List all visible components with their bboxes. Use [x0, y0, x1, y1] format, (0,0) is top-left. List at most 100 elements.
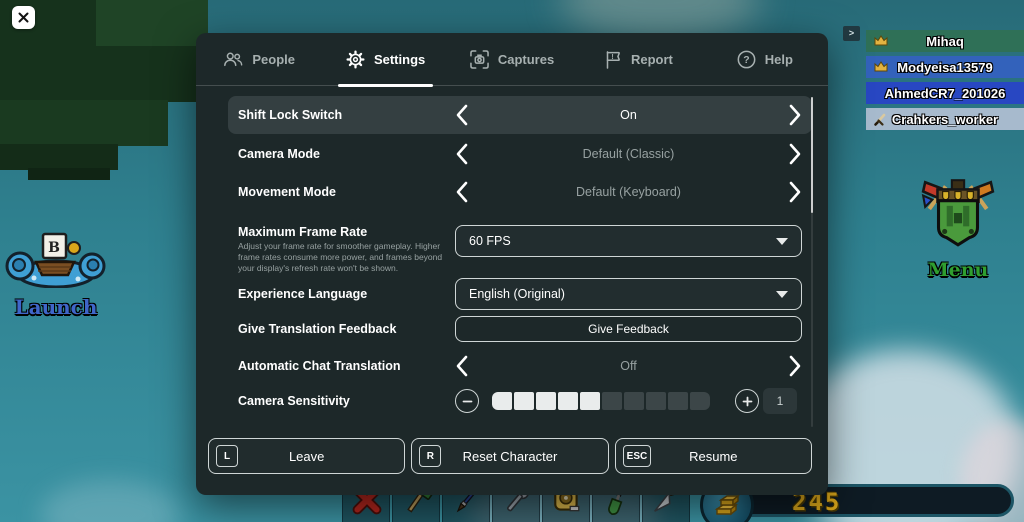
setting-value: Default (Classic) [582, 147, 675, 161]
ship-wave-icon: B [5, 232, 106, 289]
settings-list: Shift Lock Switch On Camera Mode Default… [228, 96, 812, 426]
setting-row-camera-sensitivity: Camera Sensitivity 1 [228, 385, 812, 417]
frame-rate-dropdown[interactable]: 60 FPS [455, 225, 802, 257]
slider-segment [536, 392, 556, 410]
resume-label: Resume [689, 448, 738, 464]
setting-label: Movement Mode [238, 185, 336, 199]
tab-label: Captures [497, 51, 555, 67]
setting-label: Camera Sensitivity [238, 394, 350, 408]
tab-label: Help [764, 51, 793, 67]
game-menu-button[interactable]: Menu [903, 172, 1013, 281]
stepper-control: On [455, 96, 802, 134]
stepper-control: Off [455, 348, 802, 383]
leaderboard-toggle-button[interactable]: > [843, 26, 860, 41]
crown-icon [874, 35, 888, 46]
slider-segment [624, 392, 644, 410]
close-button[interactable] [12, 6, 35, 29]
leave-button[interactable]: L Leave [208, 438, 406, 474]
player-name: AhmedCR7_201026 [884, 85, 1006, 101]
slider-segment [514, 392, 534, 410]
tree-foliage [0, 144, 118, 170]
dropdown-value: 60 FPS [469, 234, 511, 248]
sensitivity-value-box[interactable]: 1 [763, 388, 797, 414]
key-badge-ESC: ESC [622, 445, 652, 467]
setting-row-auto-chat-translation[interactable]: Automatic Chat Translation Off [228, 348, 812, 383]
tab-captures[interactable]: Captures [449, 33, 575, 85]
reset-character-button[interactable]: R Reset Character [411, 438, 609, 474]
chevron-right-icon[interactable] [788, 143, 802, 165]
plus-icon [742, 396, 752, 406]
help-icon: ? [737, 50, 756, 68]
tab-report[interactable]: ! Report [575, 33, 701, 85]
tab-people[interactable]: People [196, 33, 322, 85]
sword-icon [874, 113, 886, 126]
setting-row-max-frame-rate: Maximum Frame Rate Adjust your frame rat… [228, 215, 812, 274]
chevron-right-icon[interactable] [788, 181, 802, 203]
help-question-mark: ? [743, 55, 749, 66]
chevron-left-icon[interactable] [455, 181, 469, 203]
leaderboard-row[interactable]: AhmedCR7_201026 [866, 82, 1024, 104]
setting-value: Off [620, 358, 637, 373]
increase-sensitivity-button[interactable] [735, 389, 759, 413]
setting-label: Automatic Chat Translation [238, 358, 401, 373]
slider-segment [492, 392, 512, 410]
tab-label: Report [630, 51, 673, 67]
people-icon [224, 52, 243, 67]
dropdown-value: English (Original) [469, 287, 565, 301]
launch-label: Launch [14, 295, 98, 319]
menu-tabs: People Settings Captures ! Report ? Help [196, 33, 828, 87]
minus-icon [462, 400, 472, 402]
setting-value: On [620, 108, 637, 122]
stepper-control: Default (Keyboard) [455, 173, 802, 211]
setting-row-movement-mode[interactable]: Movement Mode Default (Keyboard) [228, 173, 812, 211]
dropdown-arrow-icon [776, 290, 788, 298]
setting-label: Camera Mode [238, 147, 320, 161]
setting-row-translation-feedback: Give Translation Feedback Give Feedback [228, 315, 812, 343]
player-name: Modyeisa13579 [897, 59, 993, 75]
reset-character-label: Reset Character [462, 448, 558, 464]
leaderboard-row[interactable]: Mihaq [866, 30, 1024, 52]
give-feedback-button[interactable]: Give Feedback [455, 316, 802, 342]
leaderboard: Mihaq Modyeisa13579 AhmedCR7_201026 Crah… [866, 30, 1024, 134]
menu-label: Menu [927, 259, 989, 281]
slider-segment [690, 392, 710, 410]
setting-label: Maximum Frame Rate [238, 225, 368, 239]
sensitivity-slider[interactable] [492, 392, 710, 410]
tree-foliage [96, 0, 208, 46]
leave-label: Leave [288, 448, 325, 464]
setting-value: Default (Keyboard) [576, 185, 681, 199]
chevron-left-icon[interactable] [455, 355, 469, 377]
footer-buttons: L Leave R Reset Character ESC Resume [208, 438, 812, 474]
language-dropdown[interactable]: English (Original) [455, 278, 802, 310]
setting-description: Adjust your frame rate for smoother game… [238, 241, 443, 274]
chevron-right-icon[interactable] [788, 355, 802, 377]
setting-row-camera-mode[interactable]: Camera Mode Default (Classic) [228, 135, 812, 173]
captures-icon [470, 49, 489, 69]
slider-segment [668, 392, 688, 410]
dropdown-arrow-icon [776, 237, 788, 245]
report-exclamation: ! [611, 52, 613, 60]
tab-settings[interactable]: Settings [322, 33, 448, 87]
chevron-left-icon[interactable] [455, 143, 469, 165]
resume-button[interactable]: ESC Resume [614, 438, 812, 474]
decrease-sensitivity-button[interactable] [455, 389, 479, 413]
player-name: Crahkers_worker [891, 111, 999, 127]
scrollbar-thumb[interactable] [811, 97, 813, 213]
slider-segment [580, 392, 600, 410]
tree-foliage [28, 168, 110, 180]
stepper-control: Default (Classic) [455, 135, 802, 173]
chevron-right-icon[interactable] [788, 104, 802, 126]
chevron-left-icon[interactable] [455, 104, 469, 126]
key-badge-L: L [216, 445, 238, 467]
setting-label: Shift Lock Switch [238, 108, 343, 122]
setting-row-shift-lock[interactable]: Shift Lock Switch On [228, 96, 812, 134]
leaderboard-row[interactable]: Modyeisa13579 [866, 56, 1024, 78]
tab-help[interactable]: ? Help [702, 33, 828, 85]
close-icon [18, 12, 29, 23]
setting-label: Experience Language [238, 287, 368, 301]
slider-segment [558, 392, 578, 410]
slider-segment [602, 392, 622, 410]
tree-foliage [0, 100, 168, 146]
leaderboard-row[interactable]: Crahkers_worker [866, 108, 1024, 130]
launch-button[interactable]: B Launch [2, 230, 110, 319]
